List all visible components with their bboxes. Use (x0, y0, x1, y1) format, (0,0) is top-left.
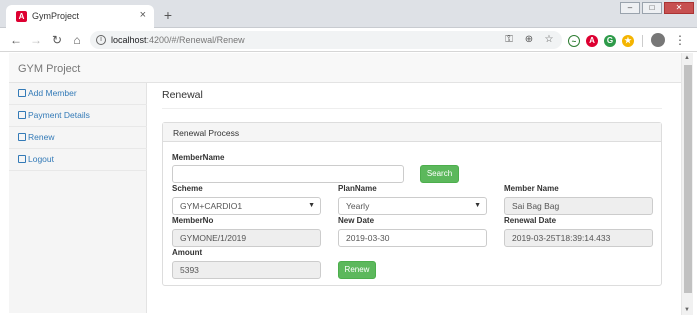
bookmark-star-icon[interactable]: ☆ (542, 33, 556, 47)
app-navbar: GYM Project (9, 53, 681, 83)
angular-logo-icon: A (16, 11, 27, 22)
plan-selected-value: Yearly (346, 201, 370, 211)
sidebar-item-payment-details[interactable]: Payment Details (9, 105, 147, 127)
sidebar-item-label: Payment Details (28, 110, 90, 120)
scroll-down-icon[interactable]: ▼ (684, 307, 690, 313)
page-title: Renewal (162, 89, 203, 101)
panel-heading: Renewal Process (163, 123, 661, 142)
maximize-button[interactable]: □ (642, 2, 662, 14)
minimize-button[interactable]: – (620, 2, 640, 14)
divider (162, 108, 662, 109)
browser-toolbar: ← → ↻ ⌂ i localhost:4200/#/Renewal/Renew… (0, 28, 697, 52)
profile-avatar[interactable] (651, 33, 665, 47)
scheme-select[interactable]: GYM+CARDIO1 ▼ (172, 197, 321, 215)
forward-icon[interactable]: → (28, 32, 44, 48)
panel-title: Renewal Process (173, 128, 240, 138)
edit-icon (18, 155, 26, 163)
search-button[interactable]: Search (420, 165, 459, 183)
close-window-button[interactable]: ✕ (664, 2, 694, 14)
chevron-down-icon: ▼ (308, 202, 315, 209)
page-scrollbar[interactable]: ▲ ▼ (681, 53, 693, 315)
sidebar: Add Member Payment Details Renew Logout (9, 83, 147, 313)
back-icon[interactable]: ← (8, 32, 24, 48)
scheme-selected-value: GYM+CARDIO1 (180, 201, 243, 211)
browser-tab[interactable]: A GymProject × (6, 5, 154, 28)
new-date-label: New Date (338, 216, 375, 225)
zoom-icon[interactable]: ⊕ (522, 33, 536, 47)
new-date-input[interactable]: 2019-03-30 (338, 229, 487, 247)
renewal-date-label: Renewal Date (504, 216, 557, 225)
plan-name-select[interactable]: Yearly ▼ (338, 197, 487, 215)
member-no-label: MemberNo (172, 216, 214, 225)
member-no-field: GYMONE/1/2019 (172, 229, 321, 247)
plan-name-label: PlanName (338, 184, 377, 193)
extension-angular-icon[interactable]: A (586, 35, 598, 47)
reload-icon[interactable]: ↻ (49, 32, 65, 48)
member-name-input[interactable] (172, 165, 404, 183)
amount-field: 5393 (172, 261, 321, 279)
new-tab-button[interactable]: + (160, 8, 176, 24)
sidebar-item-label: Logout (28, 154, 54, 164)
info-icon[interactable]: i (96, 35, 106, 45)
renewal-date-field: 2019-03-25T18:39:14.433 (504, 229, 653, 247)
sidebar-item-label: Renew (28, 132, 55, 142)
member-display-label: Member Name (504, 184, 559, 193)
scrollbar-thumb[interactable] (684, 65, 692, 293)
tab-title: GymProject (32, 11, 80, 21)
member-name-readonly: Sai Bag Bag (504, 197, 653, 215)
menu-kebab-icon[interactable]: ⋮ (674, 33, 686, 47)
scroll-up-icon[interactable]: ▲ (684, 55, 690, 61)
renewal-panel: Renewal Process MemberName Search Scheme… (162, 122, 662, 286)
extension-grammar-icon[interactable]: G (604, 35, 616, 47)
sidebar-item-label: Add Member (28, 88, 77, 98)
address-bar[interactable]: i localhost:4200/#/Renewal/Renew ⚿ ⊕ ☆ (90, 31, 562, 49)
close-tab-icon[interactable]: × (140, 9, 146, 21)
app-brand[interactable]: GYM Project (18, 63, 80, 75)
edit-icon (18, 111, 26, 119)
amount-label: Amount (172, 248, 203, 257)
edit-icon (18, 89, 26, 97)
scheme-label: Scheme (172, 184, 203, 193)
extension-star-icon[interactable]: ★ (622, 35, 634, 47)
browser-tab-strip: A GymProject × + – □ ✕ (0, 0, 697, 28)
sidebar-item-add-member[interactable]: Add Member (9, 83, 147, 105)
chevron-down-icon: ▼ (474, 202, 481, 209)
extension-graph-icon[interactable]: ~ (568, 35, 580, 47)
home-icon[interactable]: ⌂ (69, 32, 85, 48)
toolbar-divider (642, 35, 643, 47)
url-text: localhost:4200/#/Renewal/Renew (111, 35, 245, 45)
sidebar-item-logout[interactable]: Logout (9, 149, 147, 171)
key-icon[interactable]: ⚿ (502, 33, 516, 47)
edit-icon (18, 133, 26, 141)
renew-button[interactable]: Renew (338, 261, 376, 279)
member-name-label: MemberName (172, 153, 225, 162)
sidebar-item-renew[interactable]: Renew (9, 127, 147, 149)
